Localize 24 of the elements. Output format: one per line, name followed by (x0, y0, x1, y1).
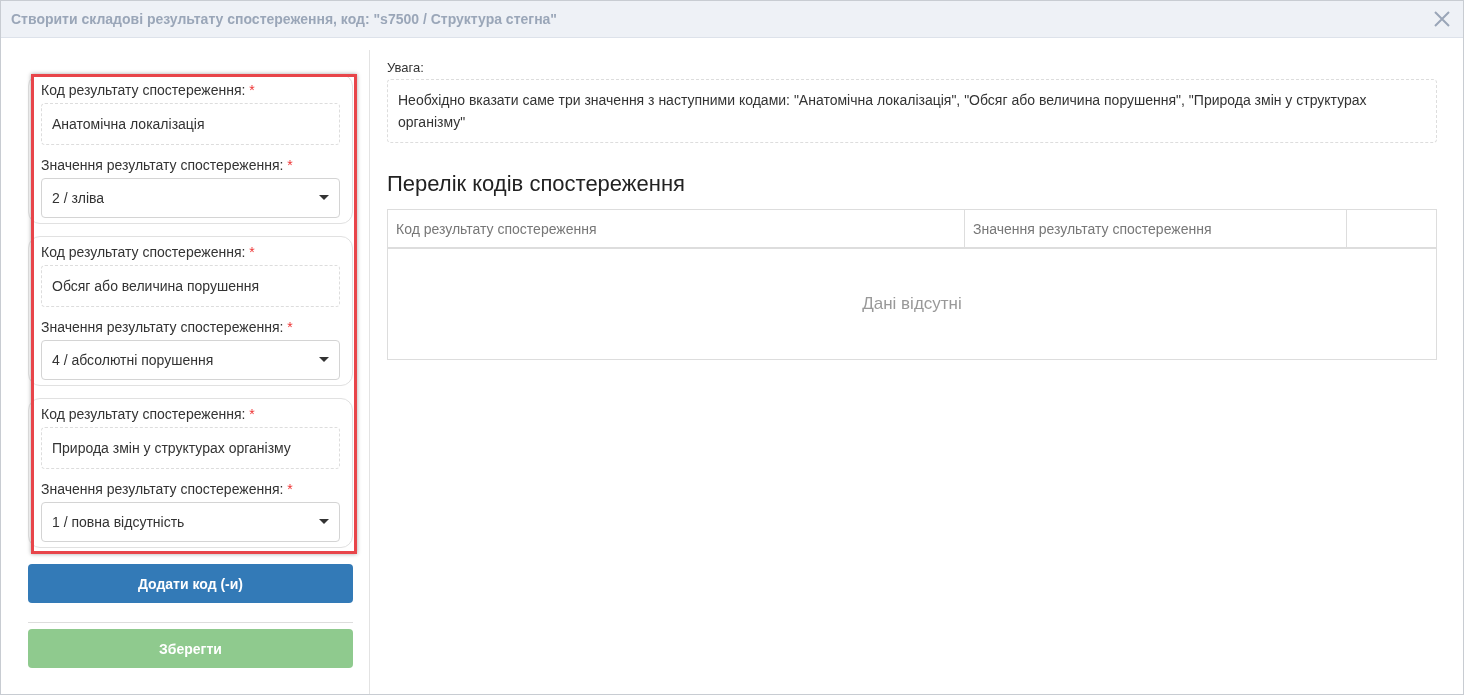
section-title: Перелік кодів спостереження (387, 171, 686, 197)
column-header: Код результату спостереження (388, 210, 965, 247)
field-label: Код результату спостереження: * (41, 82, 256, 98)
empty-message: Дані відсутні (862, 294, 962, 314)
notice-label: Увага: (387, 60, 425, 75)
value-select[interactable]: 1 / повна відсутність (41, 502, 340, 542)
value-select[interactable]: 4 / абсолютні порушення (41, 340, 340, 380)
add-code-button[interactable]: Додати код (-и) (28, 564, 353, 603)
window-title: Створити складові результату спостереження, код: "s7500 / Структура стегна" (11, 11, 557, 27)
field-label: Значення результату спостереження: * (41, 157, 294, 173)
field-label: Значення результату спостереження: * (41, 319, 294, 335)
value-select[interactable]: 2 / зліва (41, 178, 340, 218)
close-icon[interactable] (1433, 10, 1451, 28)
code-field: Обсяг або величина порушення (41, 265, 340, 307)
column-header: Значення результату спостереження (965, 210, 1347, 247)
field-label: Код результату спостереження: * (41, 406, 256, 422)
field-label: Значення результату спостереження: * (41, 481, 294, 497)
code-field: Природа змін у структурах організму (41, 427, 340, 469)
caret-icon (319, 195, 329, 201)
notice-text: Необхідно вказати саме три значення з наступними кодами: "Анатомічна локалізація", "Обсяг або величина порушення", "Природа змін у структурах організму" (387, 79, 1437, 143)
caret-icon (319, 357, 329, 363)
caret-icon (319, 519, 329, 525)
code-field: Анатомічна локалізація (41, 103, 340, 145)
field-label: Код результату спостереження: * (41, 244, 256, 260)
